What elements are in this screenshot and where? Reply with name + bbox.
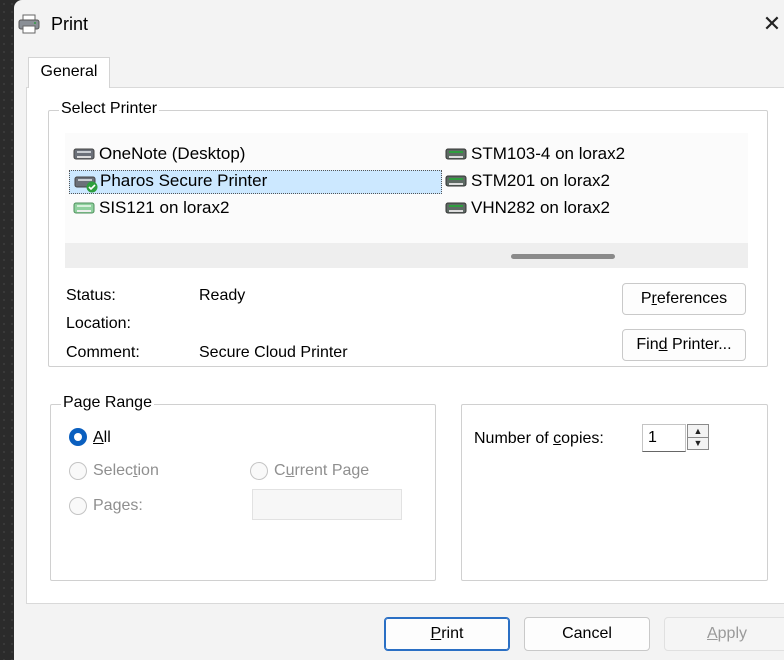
printer-name: OneNote (Desktop) bbox=[99, 144, 246, 163]
printer-icon bbox=[445, 148, 467, 160]
radio-all-label[interactable]: All bbox=[93, 429, 111, 447]
radio-current-page[interactable] bbox=[250, 462, 268, 480]
find-printer-button[interactable]: Find Printer... bbox=[622, 329, 746, 361]
preferences-button[interactable]: Preferences bbox=[622, 283, 746, 315]
copies-spinner[interactable]: ▲ ▼ bbox=[687, 424, 709, 450]
copies-group: Number of copies: 1 ▲ ▼ bbox=[461, 404, 768, 581]
page-range-group: Page Range All Selection Current Page Pa… bbox=[50, 394, 436, 581]
status-value: Ready bbox=[199, 287, 246, 304]
printer-item-stm103-4[interactable]: STM103-4 on lorax2 bbox=[441, 143, 629, 165]
printer-item-sis121[interactable]: SIS121 on lorax2 bbox=[69, 197, 233, 219]
checkmark-badge-icon bbox=[86, 181, 98, 193]
radio-pages-label[interactable]: Pages: bbox=[93, 497, 143, 515]
radio-all[interactable] bbox=[69, 428, 87, 446]
location-label: Location: bbox=[66, 315, 131, 332]
printer-name: Pharos Secure Printer bbox=[100, 171, 268, 190]
printer-item-vhn282[interactable]: VHN282 on lorax2 bbox=[441, 197, 614, 219]
radio-pages[interactable] bbox=[69, 497, 87, 515]
printer-item-onenote[interactable]: OneNote (Desktop) bbox=[69, 143, 249, 165]
print-dialog: Print ✕ General Select Printer OneNote (… bbox=[14, 0, 784, 660]
select-printer-group: Select Printer OneNote (Desktop) Pharos … bbox=[48, 100, 768, 367]
select-printer-legend: Select Printer bbox=[59, 100, 160, 118]
printer-icon bbox=[445, 202, 467, 214]
title-bar: Print ✕ bbox=[14, 0, 784, 48]
apply-button[interactable]: Apply bbox=[664, 617, 784, 651]
tab-general[interactable]: General bbox=[28, 57, 110, 88]
printer-name: STM201 on lorax2 bbox=[471, 171, 610, 190]
radio-current-page-label[interactable]: Current Page bbox=[274, 462, 369, 480]
printer-list-scrollbar[interactable] bbox=[65, 243, 748, 268]
comment-label: Comment: bbox=[66, 344, 140, 361]
close-button[interactable]: ✕ bbox=[760, 10, 784, 38]
printer-name: VHN282 on lorax2 bbox=[471, 198, 610, 217]
scrollbar-thumb[interactable] bbox=[511, 254, 615, 259]
printer-icon bbox=[445, 175, 467, 187]
radio-selection[interactable] bbox=[69, 462, 87, 480]
radio-selection-label[interactable]: Selection bbox=[93, 462, 159, 480]
status-label: Status: bbox=[66, 287, 116, 304]
window-title: Print bbox=[51, 14, 89, 34]
printer-name: STM103-4 on lorax2 bbox=[471, 144, 626, 163]
printer-item-stm201[interactable]: STM201 on lorax2 bbox=[441, 170, 614, 192]
printer-name: SIS121 on lorax2 bbox=[99, 198, 230, 217]
close-icon: ✕ bbox=[762, 11, 782, 36]
printer-icon bbox=[18, 14, 40, 34]
cancel-button[interactable]: Cancel bbox=[524, 617, 650, 651]
printer-icon bbox=[73, 148, 95, 160]
page-range-legend: Page Range bbox=[61, 394, 154, 412]
print-button[interactable]: Print bbox=[384, 617, 510, 651]
pages-input[interactable] bbox=[252, 489, 402, 520]
spinner-down-icon[interactable]: ▼ bbox=[688, 437, 708, 449]
copies-input[interactable]: 1 bbox=[642, 424, 686, 452]
comment-value: Secure Cloud Printer bbox=[199, 344, 348, 361]
printer-item-pharos[interactable]: Pharos Secure Printer bbox=[69, 170, 442, 194]
copies-label: Number of copies: bbox=[474, 430, 604, 447]
tab-panel-general: Select Printer OneNote (Desktop) Pharos … bbox=[26, 87, 784, 604]
printer-list[interactable]: OneNote (Desktop) Pharos Secure Printer bbox=[65, 133, 748, 243]
printer-icon bbox=[73, 202, 95, 214]
